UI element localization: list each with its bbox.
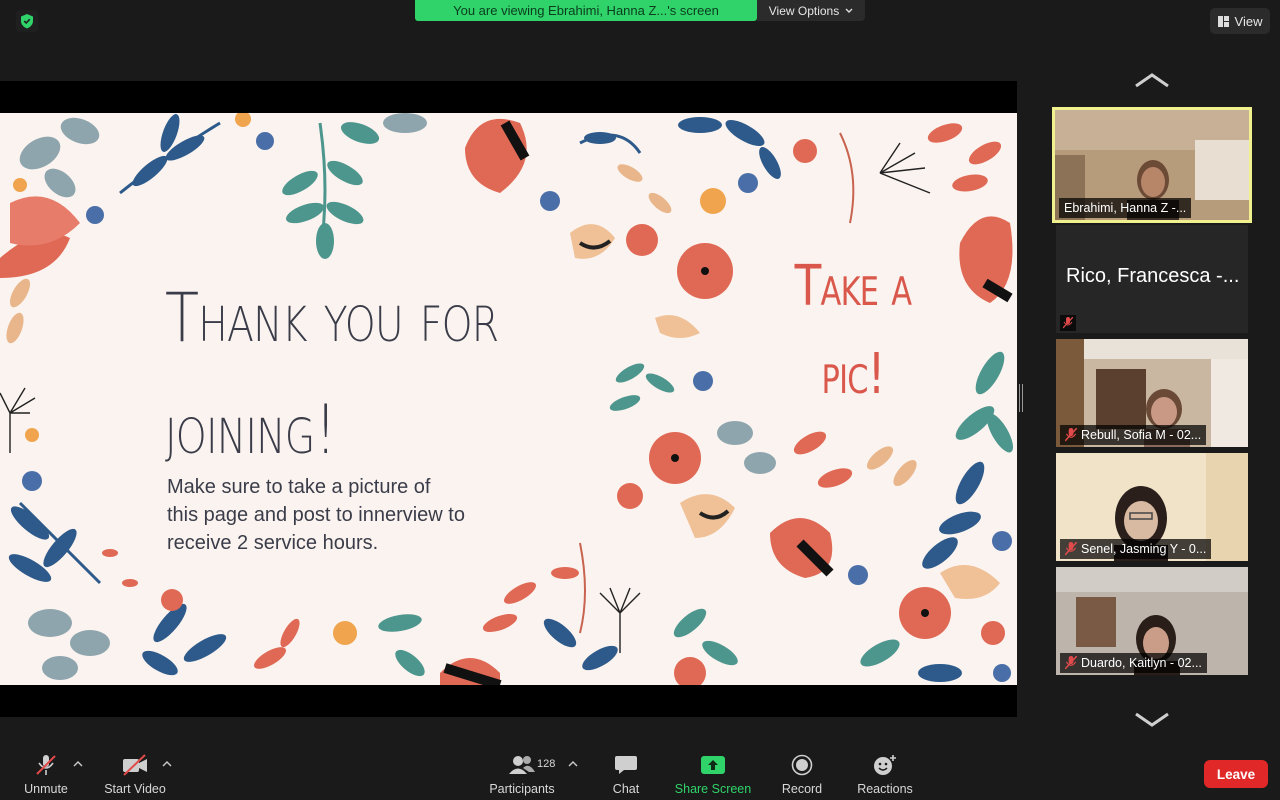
- chat-button[interactable]: Chat: [604, 746, 648, 800]
- slide-body-text: Make sure to take a picture of this page…: [167, 476, 465, 554]
- resize-handle[interactable]: [1019, 384, 1023, 412]
- unmute-button[interactable]: Unmute: [18, 746, 74, 800]
- viewing-screen-text: You are viewing Ebrahimi, Hanna Z...'s s…: [453, 3, 719, 18]
- gallery-view-icon: [1217, 15, 1229, 27]
- participant-name: Rebull, Sofia M - 02...: [1081, 428, 1202, 442]
- share-screen-button[interactable]: Share Screen: [672, 746, 754, 800]
- view-button[interactable]: View: [1210, 8, 1270, 34]
- chevron-up-icon[interactable]: [162, 760, 172, 768]
- slide-side-line1: Take a: [794, 254, 912, 319]
- muted-mic-icon: [1065, 542, 1077, 556]
- muted-mic-icon: [1065, 428, 1077, 442]
- zoom-meeting-window: You are viewing Ebrahimi, Hanna Z...'s s…: [0, 0, 1280, 800]
- chevron-up-icon[interactable]: [1134, 70, 1170, 90]
- slide-title-line2: joining!: [165, 391, 337, 470]
- participants-label: Participants: [489, 782, 555, 796]
- chat-label: Chat: [612, 782, 640, 796]
- meeting-toolbar: Unmute Start Video Participants 128 Chat…: [0, 746, 1280, 800]
- participant-tile[interactable]: Senel, Jasming Y - 0...: [1056, 453, 1248, 561]
- record-icon: [791, 754, 813, 776]
- participants-button[interactable]: Participants: [485, 746, 559, 800]
- participant-name-label: Senel, Jasming Y - 0...: [1060, 539, 1212, 559]
- participant-name-label: Duardo, Kaitlyn - 02...: [1060, 653, 1207, 673]
- slide-side-line2: pic!: [821, 342, 886, 407]
- reactions-icon: [874, 755, 896, 775]
- participant-tile[interactable]: Ebrahimi, Hanna Z -...: [1052, 107, 1252, 223]
- participants-icon: [509, 756, 535, 774]
- chevron-up-icon[interactable]: [73, 760, 83, 768]
- slide-title-line1: Thank you for: [165, 279, 499, 358]
- share-screen-icon: [701, 756, 725, 774]
- muted-mic-icon: [1060, 315, 1076, 331]
- start-video-label: Start Video: [104, 782, 166, 796]
- video-off-icon: [123, 754, 147, 776]
- participant-tile[interactable]: Rico, Francesca -...: [1056, 225, 1248, 333]
- participant-count: 128: [537, 758, 556, 770]
- chevron-down-icon: [845, 8, 853, 13]
- view-options-label: View Options: [768, 3, 840, 18]
- participant-name-label: Rebull, Sofia M - 02...: [1060, 425, 1207, 445]
- slide-side-text: Take a pic!: [795, 243, 912, 419]
- chat-icon: [615, 756, 637, 774]
- participant-name: Ebrahimi, Hanna Z -...: [1064, 201, 1187, 215]
- share-screen-label: Share Screen: [674, 782, 752, 796]
- reactions-button[interactable]: Reactions: [853, 746, 917, 800]
- record-button[interactable]: Record: [776, 746, 828, 800]
- leave-button[interactable]: Leave: [1204, 760, 1268, 788]
- muted-mic-icon: [1065, 656, 1077, 670]
- participant-tile[interactable]: Rebull, Sofia M - 02...: [1056, 339, 1248, 447]
- shield-icon[interactable]: [16, 10, 38, 32]
- viewing-screen-banner: You are viewing Ebrahimi, Hanna Z...'s s…: [415, 0, 757, 21]
- presentation-slide: Thank you for joining! Make sure to take…: [0, 113, 1017, 685]
- start-video-button[interactable]: Start Video: [100, 746, 170, 800]
- slide-title: Thank you for joining!: [165, 263, 509, 487]
- view-button-label: View: [1234, 13, 1263, 29]
- participant-name: Rico, Francesca -...: [1066, 265, 1240, 287]
- participant-name-label: Ebrahimi, Hanna Z -...: [1059, 198, 1192, 218]
- unmute-label: Unmute: [24, 782, 68, 796]
- record-label: Record: [781, 782, 823, 796]
- participant-name: Duardo, Kaitlyn - 02...: [1081, 656, 1202, 670]
- shared-screen[interactable]: Thank you for joining! Make sure to take…: [0, 81, 1017, 717]
- chevron-up-icon[interactable]: [568, 760, 578, 768]
- view-options-button[interactable]: View Options: [757, 0, 865, 21]
- participant-name: Senel, Jasming Y - 0...: [1081, 542, 1207, 556]
- participant-tile[interactable]: Duardo, Kaitlyn - 02...: [1056, 567, 1248, 675]
- reactions-label: Reactions: [857, 782, 913, 796]
- muted-mic-icon: [36, 755, 56, 775]
- chevron-down-icon[interactable]: [1134, 710, 1170, 730]
